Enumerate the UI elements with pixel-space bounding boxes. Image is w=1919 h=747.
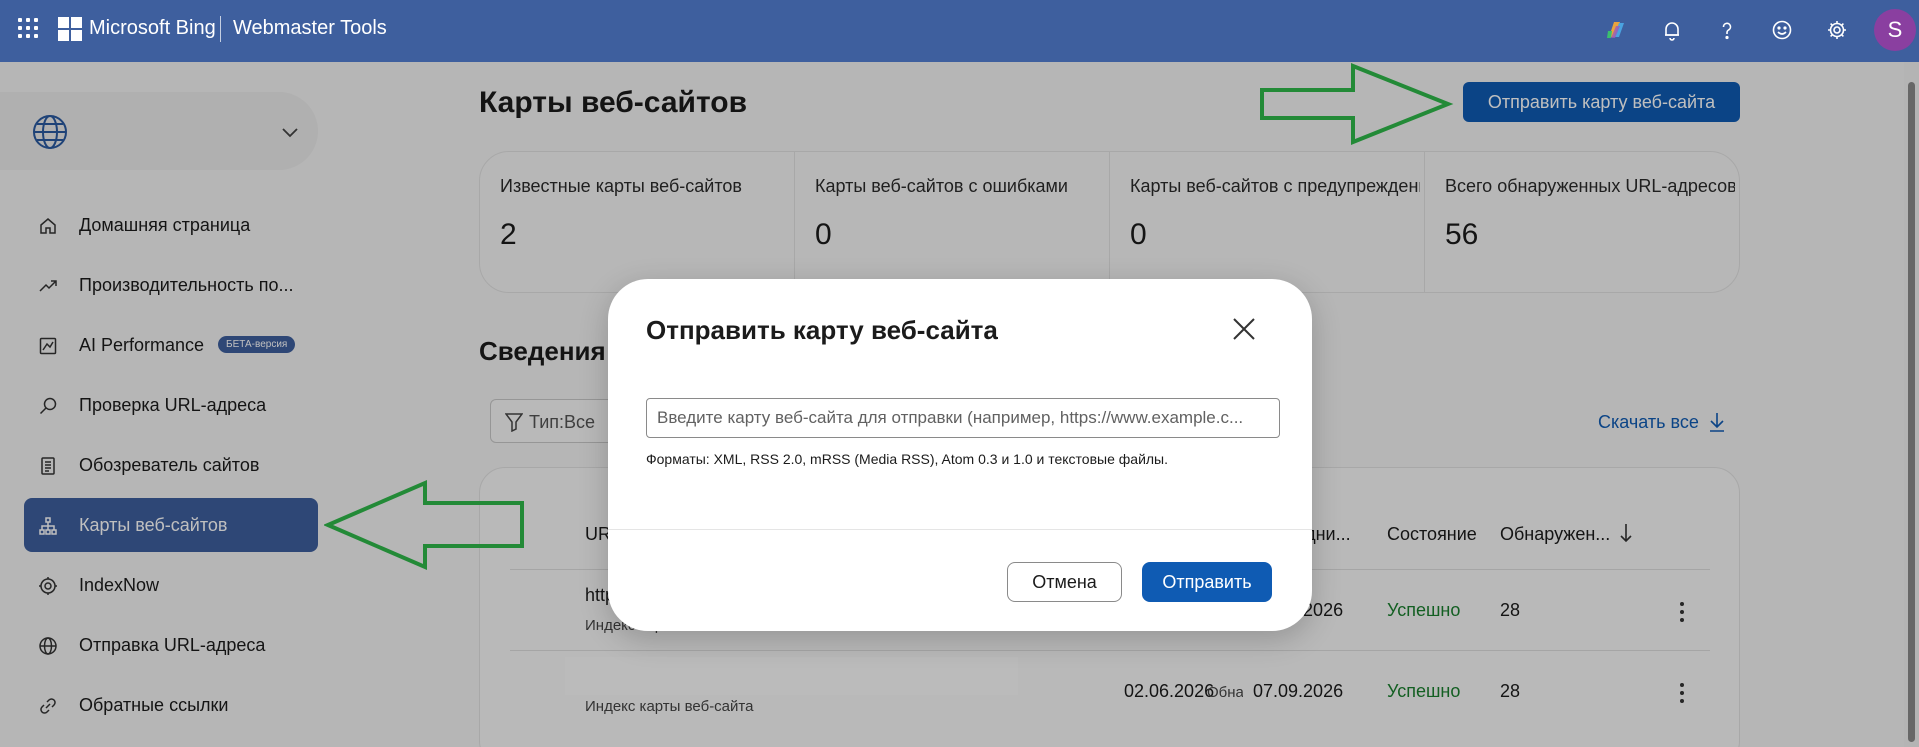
- smiley-icon[interactable]: [1766, 14, 1798, 46]
- app-launcher-icon[interactable]: [16, 16, 40, 40]
- bell-icon[interactable]: [1656, 14, 1688, 46]
- sitemap-url-input[interactable]: [646, 398, 1280, 438]
- dialog-title: Отправить карту веб-сайта: [646, 315, 998, 345]
- help-icon[interactable]: [1711, 14, 1743, 46]
- copilot-icon[interactable]: [1600, 14, 1632, 46]
- supported-formats-text: Форматы: XML, RSS 2.0, mRSS (Media RSS),…: [646, 451, 1169, 467]
- submit-sitemap-dialog: Отправить карту веб-сайта Форматы: XML, …: [608, 279, 1312, 631]
- gear-icon[interactable]: [1821, 14, 1853, 46]
- send-button[interactable]: Отправить: [1142, 562, 1272, 602]
- close-icon[interactable]: [1230, 315, 1258, 343]
- top-bar: Microsoft Bing Webmaster Tools S: [0, 0, 1919, 62]
- dialog-divider: [608, 529, 1312, 530]
- brand-name[interactable]: Microsoft Bing: [89, 17, 216, 40]
- microsoft-logo-icon: [58, 17, 82, 41]
- brand-divider: [220, 16, 221, 42]
- product-name[interactable]: Webmaster Tools: [233, 17, 387, 40]
- cancel-button[interactable]: Отмена: [1007, 562, 1122, 602]
- avatar[interactable]: S: [1874, 9, 1916, 51]
